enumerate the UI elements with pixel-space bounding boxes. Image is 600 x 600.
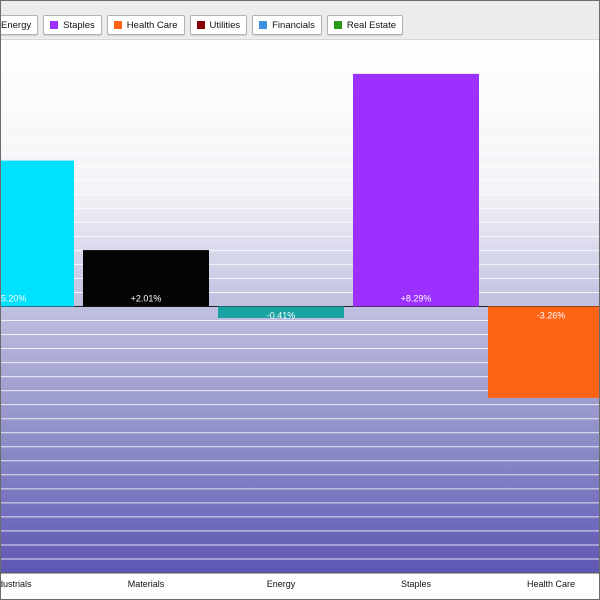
bar-industrials[interactable] xyxy=(1,160,74,307)
legend-label: Utilities xyxy=(209,19,241,31)
legend-item-staples[interactable]: Staples xyxy=(43,15,102,35)
data-label-industrials: +5.20% xyxy=(1,293,26,303)
legend-label: Financials xyxy=(272,19,315,31)
legend-bar: Energy Staples Health Care Utilities Financi… xyxy=(1,1,599,40)
legend: Energy Staples Health Care Utilities Financi… xyxy=(1,15,404,35)
legend-item-real-estate[interactable]: Real Estate xyxy=(326,15,404,35)
legend-item-energy[interactable]: Energy xyxy=(1,15,39,35)
legend-label: Real Estate xyxy=(346,19,397,31)
data-label-materials: +2.01% xyxy=(131,293,162,303)
legend-label: Staples xyxy=(63,19,95,31)
legend-swatch xyxy=(50,21,59,29)
data-label-health-care: -3.26% xyxy=(537,310,566,320)
x-tick-label-materials: Materials xyxy=(128,579,165,589)
legend-swatch xyxy=(196,21,205,29)
data-label-energy: -0.41% xyxy=(267,310,296,320)
x-axis-band xyxy=(1,573,599,599)
x-tick-label-industrials: Industrials xyxy=(1,579,32,589)
legend-item-health-care[interactable]: Health Care xyxy=(106,15,185,35)
legend-swatch xyxy=(259,21,268,29)
x-tick-label-health-care: Health Care xyxy=(527,579,575,589)
legend-item-utilities[interactable]: Utilities xyxy=(189,15,248,35)
x-tick-label-energy: Energy xyxy=(267,579,296,589)
x-tick-label-staples: Staples xyxy=(401,579,432,589)
legend-label: Health Care xyxy=(126,19,178,31)
legend-item-financials[interactable]: Financials xyxy=(252,15,322,35)
data-label-staples: +8.29% xyxy=(401,293,432,303)
legend-label: Energy xyxy=(1,19,32,31)
plot-area: +5.20% Industrials +2.01% Materials -0.41% En… xyxy=(1,40,599,599)
legend-swatch xyxy=(113,21,122,29)
bar-staples[interactable] xyxy=(353,73,479,307)
legend-swatch xyxy=(333,21,342,29)
bar-chart: +5.20% Industrials +2.01% Materials -0.41% En… xyxy=(1,40,599,599)
chart-frame: Energy Staples Health Care Utilities Financi… xyxy=(0,0,600,600)
